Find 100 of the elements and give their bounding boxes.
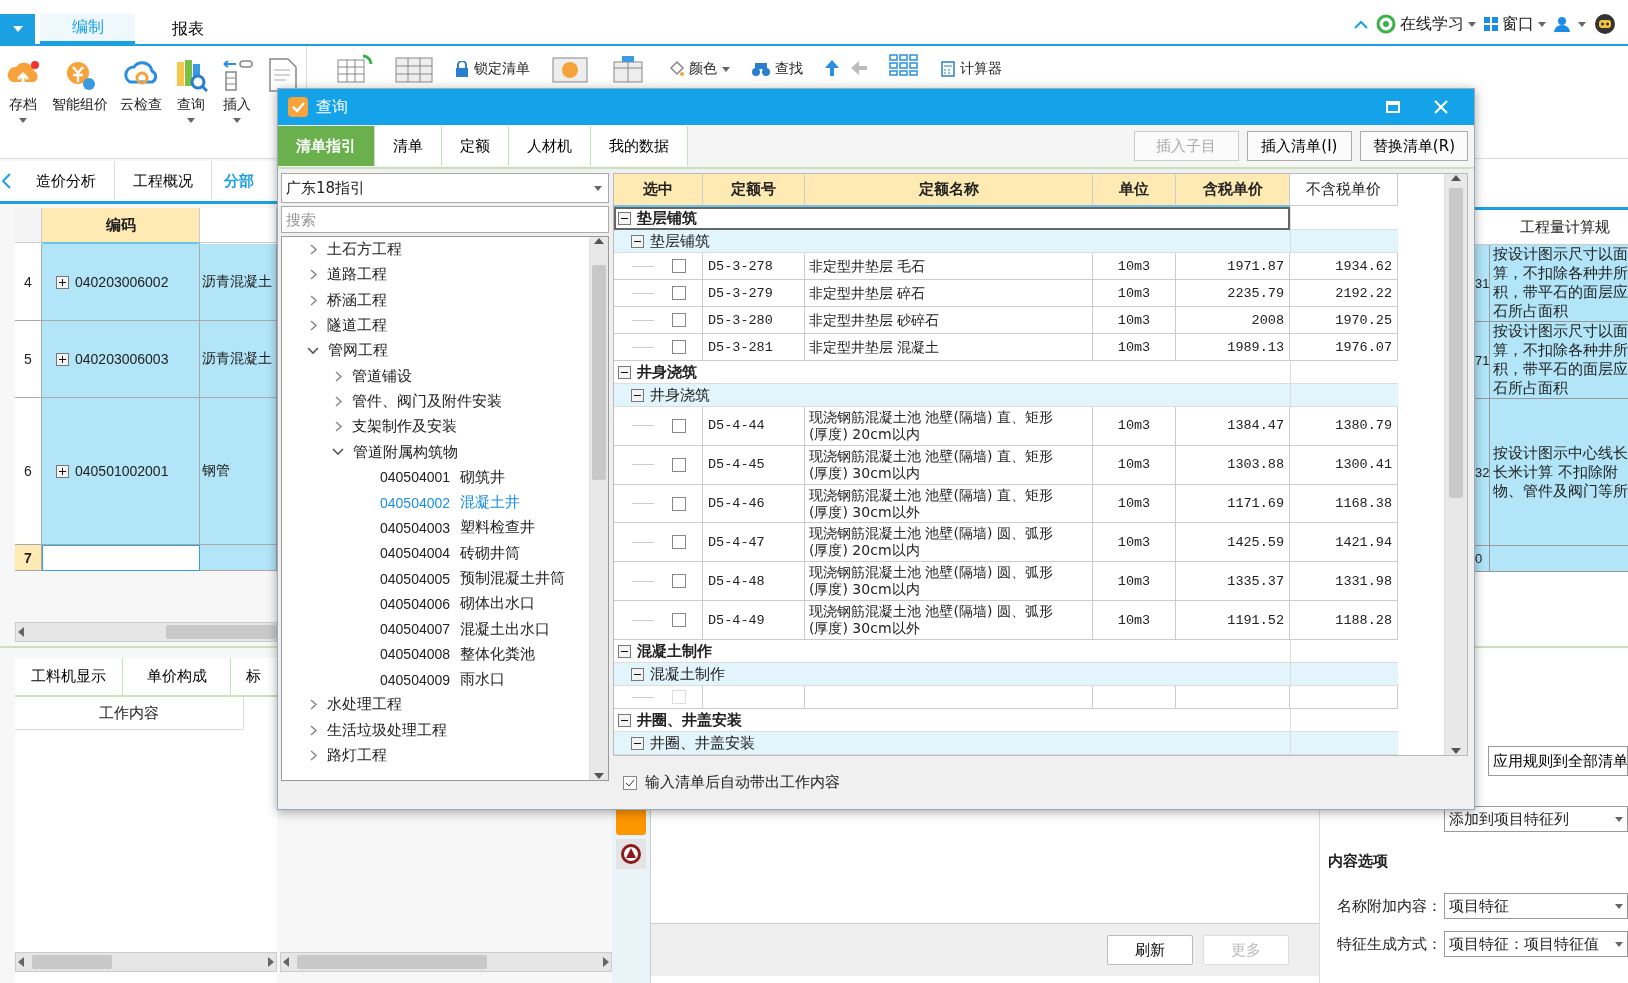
color-button[interactable]: 颜色 [689,60,717,78]
scrollbar-thumb[interactable] [32,955,112,969]
tree-item[interactable]: 水处理工程 [282,692,589,718]
calculator-button[interactable]: 计算器 [960,60,1002,78]
subgroup-row[interactable]: 井身浇筑 [614,384,1290,407]
tree-item[interactable]: 管件、阀门及附件安装 [282,388,589,415]
window-menu[interactable]: 窗口 [1502,13,1534,35]
scrollbar-thumb[interactable] [1449,188,1463,498]
checkbox[interactable] [623,775,637,790]
tree-item[interactable]: 040504008 整体化粪池 [282,641,589,668]
coin-box-icon[interactable] [552,54,588,84]
checkbox[interactable] [672,535,686,550]
subgroup-row[interactable]: 混凝土制作 [614,663,1290,686]
arrow-up-icon[interactable] [825,60,839,76]
toolbar-button[interactable]: 查询 [168,46,214,131]
chevron-left-icon[interactable] [0,173,12,189]
dialog-tab[interactable]: 人材机 [509,126,591,166]
collapse-icon[interactable] [631,234,644,248]
tree-item[interactable]: 道路工程 [282,262,589,288]
scroll-up-icon[interactable] [1450,174,1462,182]
tree-item[interactable]: 040504001 砌筑井 [282,464,589,490]
dialog-tab[interactable]: 我的数据 [591,126,688,166]
scroll-left-icon[interactable] [16,626,26,638]
scrollbar-thumb[interactable] [297,955,487,969]
dialog-button[interactable]: 替换清单(R) [1359,131,1468,161]
tree-item[interactable]: 040504009 雨水口 [282,667,589,693]
online-learning-link[interactable]: 在线学习 [1400,13,1464,35]
checkbox[interactable] [672,259,686,273]
checkbox[interactable] [672,613,686,628]
input-field[interactable] [42,545,200,571]
scroll-up-icon[interactable] [593,237,605,245]
dropdown[interactable]: 项目特征 [1444,893,1628,919]
scroll-down-icon[interactable] [1450,747,1462,755]
scroll-left-icon[interactable] [16,956,26,968]
grid-icon[interactable] [889,54,919,76]
library-dropdown[interactable]: 广东18指引 [281,173,609,203]
checkbox[interactable] [672,496,686,511]
tree-item[interactable]: 040504007 混凝土出水口 [282,616,589,642]
tree-item[interactable]: 管道铺设 [282,363,589,389]
action-button[interactable]: 刷新 [1107,935,1193,965]
scroll-left-icon[interactable] [281,956,291,968]
group-row[interactable]: 垫层铺筑 [614,207,1290,230]
tree-item[interactable]: 生活垃圾处理工程 [282,717,589,743]
expand-icon[interactable] [56,275,69,289]
scrollbar-thumb[interactable] [166,625,276,639]
emblem-icon[interactable] [620,843,642,865]
collapse-icon[interactable] [618,644,631,658]
dialog-button[interactable]: 插入清单(I) [1246,131,1352,161]
tree-item[interactable]: 土石方工程 [282,237,589,263]
checkbox[interactable] [672,457,686,472]
tree-item[interactable]: 路灯工程 [282,742,589,769]
tree-item[interactable]: 管道附属构筑物 [282,439,589,465]
scrollbar-thumb[interactable] [592,265,606,480]
checkbox[interactable] [672,574,686,589]
user-icon[interactable] [1554,16,1570,32]
chevron-up-icon[interactable] [1354,19,1368,29]
collapse-icon[interactable] [618,713,631,727]
find-button[interactable]: 查找 [775,60,803,78]
expand-icon[interactable] [56,352,69,366]
tree-item[interactable]: 040504006 砌体出水口 [282,591,589,617]
table-icon[interactable] [395,54,433,84]
checkbox[interactable] [672,313,686,327]
subgroup-row[interactable]: 井圈、井盖安装 [614,732,1290,755]
tree-item[interactable]: 管网工程 [282,338,589,364]
dropdown[interactable]: 添加到项目特征列 [1444,806,1628,832]
toolbar-button[interactable]: 插入 [214,46,260,131]
tree-item[interactable]: 040504004 砖砌井筒 [282,540,589,566]
toolbar-button[interactable]: 智能组价 [46,46,114,131]
arrow-left-icon[interactable] [851,61,867,75]
tree-item[interactable]: 040504005 预制混凝土井筒 [282,565,589,592]
tree-item[interactable]: 隧道工程 [282,312,589,339]
checkbox[interactable] [672,418,686,433]
dropdown[interactable]: 项目特征：项目特征值 [1444,931,1628,957]
checkbox[interactable] [672,340,686,354]
table-refresh-icon[interactable] [337,54,373,84]
maximize-icon[interactable] [1386,101,1400,113]
tree-item[interactable]: 040504002 混凝土井 [282,489,589,516]
collapse-icon[interactable] [618,365,631,379]
app-menu-button[interactable] [0,14,35,44]
checkbox[interactable] [672,286,686,300]
tree-item[interactable]: 支架制作及安装 [282,414,589,440]
dialog-tab[interactable]: 定额 [442,126,509,166]
close-icon[interactable] [1434,100,1448,114]
toolbar-button[interactable]: 存档 [0,46,46,131]
subgroup-row[interactable]: 垫层铺筑 [614,230,1290,253]
lock-list-button[interactable]: 锁定清单 [474,60,530,78]
toolbar-button[interactable]: 云检查 [114,46,168,131]
collapse-icon[interactable] [618,211,631,225]
collapse-icon[interactable] [631,388,644,402]
expand-icon[interactable] [56,464,69,478]
collapse-icon[interactable] [631,736,644,750]
box-icon[interactable] [610,54,646,84]
search-field[interactable]: 搜索 [281,206,609,233]
document-icon[interactable] [268,58,298,92]
collapse-icon[interactable] [631,667,644,681]
tree-item[interactable]: 桥涵工程 [282,287,589,313]
apply-rules-button[interactable]: 应用规则到全部清单 [1488,746,1628,776]
scroll-down-icon[interactable] [593,772,605,780]
dialog-tab[interactable]: 清单 [375,126,442,166]
robot-icon[interactable] [1594,13,1616,35]
